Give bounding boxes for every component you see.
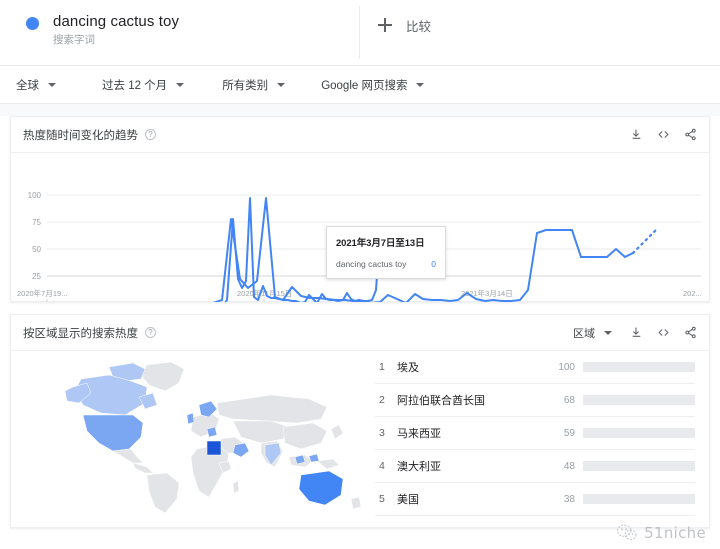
tooltip-date: 2021年3月7日至13日 [336,238,425,249]
compare-label: 比较 [406,20,432,34]
table-row[interactable]: 5 美国 38 [375,483,695,516]
filter-location-label: 全球 [16,79,39,92]
share-icon[interactable] [684,128,697,141]
region-scope-label: 区域 [573,327,595,340]
region-value: 48 [563,460,575,472]
interest-by-region-card: 按区域显示的搜索热度 ? 区域 1 埃及 100 2 阿拉伯联合酋长国 68 3… [10,314,710,528]
region-rank: 4 [379,460,385,472]
region-rank: 3 [379,427,385,439]
share-icon[interactable] [684,326,697,339]
search-term-bar: dancing cactus toy 搜索字词 比较 [0,0,720,66]
world-choropleth-map [64,361,362,514]
region-name: 阿拉伯联合酋长国 [397,395,485,407]
chart-tooltip: 2021年3月7日至13日 dancing cactus toy 0 [326,226,446,279]
plus-icon [378,18,392,32]
filter-location[interactable]: 全球 [16,77,56,93]
region-name: 马来西亚 [397,428,441,440]
region-value: 68 [563,394,575,406]
interest-by-region-body: 1 埃及 100 2 阿拉伯联合酋长国 68 3 马来西亚 59 4 澳大利亚 … [11,351,709,528]
embed-icon[interactable] [657,326,670,339]
region-bar [583,362,695,372]
region-rank: 1 [379,361,385,373]
filter-time-range[interactable]: 过去 12 个月 [102,77,185,93]
region-bar [583,461,695,471]
chevron-down-icon [48,82,56,87]
download-icon[interactable] [630,326,643,339]
tooltip-term: dancing cactus toy [336,259,407,269]
filter-category-label: 所有类别 [222,79,269,92]
interest-over-time-card: 热度随时间变化的趋势 ? 100 75 50 25 2020年7月19... 2… [10,116,710,302]
add-comparison-button[interactable]: 比较 [360,0,720,65]
table-row[interactable]: 2 阿拉伯联合酋长国 68 [375,384,695,417]
region-scope-select[interactable]: 区域 [573,325,612,341]
google-trends-page: dancing cactus toy 搜索字词 比较 全球 过去 12 个月 所… [0,0,720,549]
search-term-label: dancing cactus toy [53,13,180,30]
help-icon[interactable]: ? [145,129,156,140]
filter-time-range-label: 过去 12 个月 [102,79,168,92]
region-rank: 5 [379,493,385,505]
filter-category[interactable]: 所有类别 [222,77,286,93]
search-term-card[interactable]: dancing cactus toy 搜索字词 [0,0,360,65]
region-name: 埃及 [397,362,419,374]
help-icon[interactable]: ? [145,327,156,338]
download-icon[interactable] [630,128,643,141]
region-rank-list: 1 埃及 100 2 阿拉伯联合酋长国 68 3 马来西亚 59 4 澳大利亚 … [371,351,709,528]
region-value: 100 [558,361,575,373]
filter-search-type-label: Google 网页搜索 [321,79,408,92]
table-row[interactable]: 3 马来西亚 59 [375,417,695,450]
interest-over-time-header: 热度随时间变化的趋势 ? [11,117,709,153]
embed-icon[interactable] [657,128,670,141]
filter-search-type[interactable]: Google 网页搜索 [321,77,425,93]
tooltip-value: 0 [431,259,436,269]
region-bar [583,428,695,438]
table-row[interactable]: 1 埃及 100 [375,351,695,384]
search-term-type: 搜索字词 [53,34,95,46]
chevron-down-icon [604,330,612,335]
chevron-down-icon [416,82,425,87]
interest-by-region-title: 按区域显示的搜索热度 [23,327,138,340]
series-color-dot [26,17,39,30]
region-bar [583,494,695,504]
interest-over-time-chart[interactable]: 100 75 50 25 2020年7月19... 2020年11月15日 20… [11,153,709,302]
region-name: 美国 [397,494,419,506]
filter-bar: 全球 过去 12 个月 所有类别 Google 网页搜索 [0,66,720,104]
world-map-pane[interactable] [11,351,371,528]
region-bar [583,395,695,405]
interest-over-time-title: 热度随时间变化的趋势 [23,129,138,142]
region-value: 38 [563,493,575,505]
region-value: 59 [563,427,575,439]
chevron-down-icon [277,82,286,87]
table-row[interactable]: 4 澳大利亚 48 [375,450,695,483]
interest-by-region-header: 按区域显示的搜索热度 ? 区域 [11,315,709,351]
region-name: 澳大利亚 [397,461,441,473]
region-rank: 2 [379,394,385,406]
chevron-down-icon [176,82,185,87]
section-spacer [0,104,720,116]
